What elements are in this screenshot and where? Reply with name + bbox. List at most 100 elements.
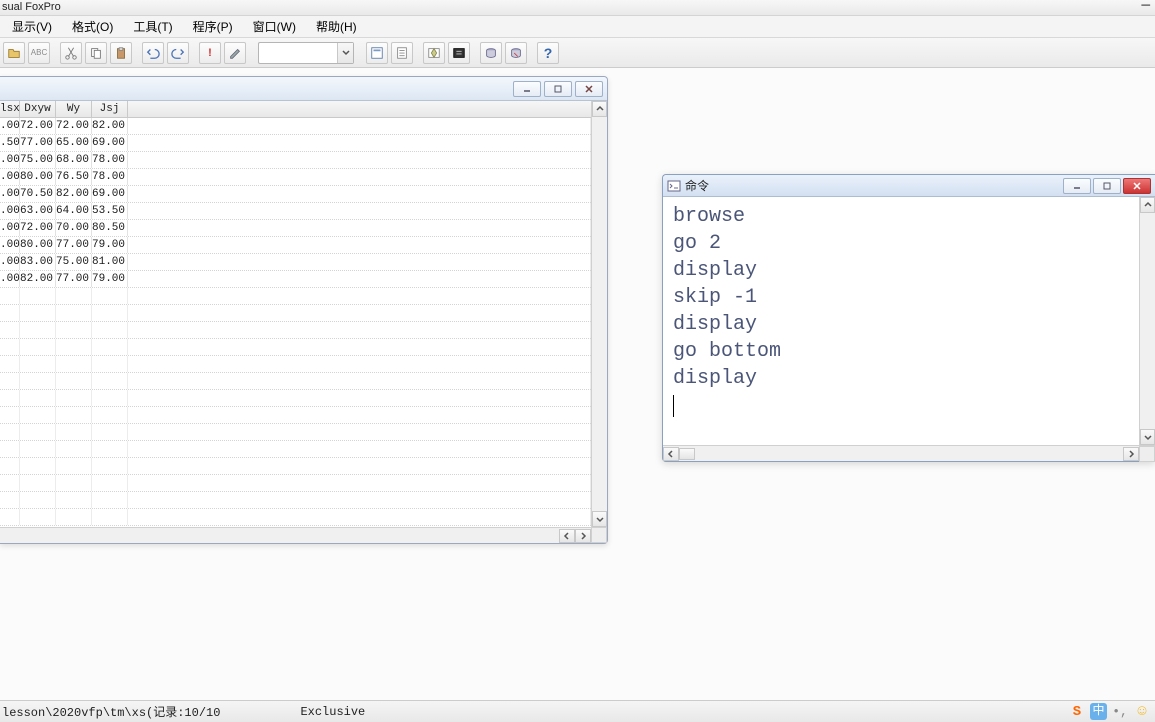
table-cell[interactable]: 77.00 <box>20 135 56 151</box>
cut-button[interactable] <box>60 42 82 64</box>
table-cell[interactable]: 82.00 <box>56 186 92 202</box>
table-row[interactable]: .0075.0068.0078.00 <box>0 152 591 169</box>
menu-item[interactable]: 窗口(W) <box>243 16 306 37</box>
db-button-1[interactable] <box>480 42 502 64</box>
column-header[interactable]: Dxyw <box>20 101 56 117</box>
table-cell[interactable]: .00 <box>0 271 20 287</box>
table-row[interactable]: .0080.0076.5078.00 <box>0 169 591 186</box>
table-cell[interactable]: 82.00 <box>92 118 128 134</box>
paste-button[interactable] <box>110 42 132 64</box>
database-combo[interactable] <box>258 42 354 64</box>
column-header[interactable]: Wy <box>56 101 92 117</box>
browse-window-titlebar[interactable] <box>0 77 607 101</box>
table-cell[interactable]: 75.00 <box>56 254 92 270</box>
undo-button[interactable] <box>142 42 164 64</box>
table-cell[interactable]: 72.00 <box>56 118 92 134</box>
table-cell[interactable]: .00 <box>0 254 20 270</box>
table-cell[interactable]: 77.00 <box>56 271 92 287</box>
command-window-titlebar[interactable]: 命令 <box>663 175 1155 197</box>
menu-item[interactable]: 帮助(H) <box>306 16 367 37</box>
table-row[interactable]: .5077.0065.0069.00 <box>0 135 591 152</box>
table-cell[interactable]: 65.00 <box>56 135 92 151</box>
table-cell[interactable]: 63.00 <box>20 203 56 219</box>
table-cell[interactable]: 78.00 <box>92 152 128 168</box>
table-cell[interactable]: 72.00 <box>20 220 56 236</box>
table-cell[interactable]: 70.50 <box>20 186 56 202</box>
table-cell[interactable]: 77.00 <box>56 237 92 253</box>
table-cell[interactable]: 82.00 <box>20 271 56 287</box>
open-button[interactable] <box>3 42 25 64</box>
minimize-dash[interactable]: − <box>1140 0 1155 15</box>
table-cell[interactable]: 69.00 <box>92 186 128 202</box>
close-button[interactable] <box>1123 178 1151 194</box>
table-row[interactable]: .0072.0070.0080.50 <box>0 220 591 237</box>
scroll-up-icon[interactable] <box>1140 197 1155 213</box>
table-cell[interactable]: .00 <box>0 203 20 219</box>
table-cell[interactable]: .00 <box>0 169 20 185</box>
ime-mode-icon[interactable]: 中 <box>1090 703 1107 720</box>
menu-item[interactable]: 格式(O) <box>62 16 123 37</box>
table-cell[interactable]: 83.00 <box>20 254 56 270</box>
table-cell[interactable]: .00 <box>0 237 20 253</box>
db-button-2[interactable] <box>505 42 527 64</box>
table-cell[interactable]: 78.00 <box>92 169 128 185</box>
scroll-right-icon[interactable] <box>1123 447 1139 461</box>
browse-grid[interactable]: lsxDxywWyJsj .0072.0072.0082.00.5077.006… <box>0 101 591 527</box>
form-wizard-button[interactable] <box>366 42 388 64</box>
run-button[interactable]: ! <box>199 42 221 64</box>
menu-item[interactable]: 工具(T) <box>123 16 182 37</box>
modify-button[interactable] <box>224 42 246 64</box>
table-row[interactable]: .0063.0064.0053.50 <box>0 203 591 220</box>
command-input[interactable]: browse go 2 display skip -1 display go b… <box>663 197 1139 445</box>
redo-button[interactable] <box>167 42 189 64</box>
scroll-right-icon[interactable] <box>575 529 591 543</box>
autoform-button[interactable] <box>423 42 445 64</box>
table-cell[interactable]: 53.50 <box>92 203 128 219</box>
resize-grip-icon[interactable] <box>591 527 607 543</box>
scroll-down-icon[interactable] <box>1140 429 1155 445</box>
report-wizard-button[interactable] <box>391 42 413 64</box>
table-cell[interactable]: 80.00 <box>20 237 56 253</box>
autoreport-button[interactable] <box>448 42 470 64</box>
table-cell[interactable]: 76.50 <box>56 169 92 185</box>
table-row[interactable]: .0080.0077.0079.00 <box>0 237 591 254</box>
table-cell[interactable]: 70.00 <box>56 220 92 236</box>
browse-horizontal-scrollbar[interactable] <box>0 527 591 543</box>
table-cell[interactable]: 81.00 <box>92 254 128 270</box>
ime-punct-icon[interactable]: •, <box>1111 703 1129 721</box>
close-button[interactable] <box>575 81 603 97</box>
table-cell[interactable]: 79.00 <box>92 271 128 287</box>
table-cell[interactable]: .00 <box>0 118 20 134</box>
table-cell[interactable]: 79.00 <box>92 237 128 253</box>
maximize-button[interactable] <box>544 81 572 97</box>
minimize-button[interactable] <box>513 81 541 97</box>
table-row[interactable]: .0082.0077.0079.00 <box>0 271 591 288</box>
ime-emoji-icon[interactable]: ☺ <box>1133 703 1151 721</box>
scroll-down-icon[interactable] <box>592 511 607 527</box>
scrollbar-thumb[interactable] <box>679 448 695 460</box>
ime-brand-icon[interactable]: S <box>1068 703 1086 721</box>
scroll-left-icon[interactable] <box>663 447 679 461</box>
table-cell[interactable]: .00 <box>0 186 20 202</box>
command-vertical-scrollbar[interactable] <box>1139 197 1155 445</box>
column-header[interactable]: Jsj <box>92 101 128 117</box>
maximize-button[interactable] <box>1093 178 1121 194</box>
table-row[interactable]: .0072.0072.0082.00 <box>0 118 591 135</box>
table-cell[interactable]: 64.00 <box>56 203 92 219</box>
minimize-button[interactable] <box>1063 178 1091 194</box>
scroll-left-icon[interactable] <box>559 529 575 543</box>
table-cell[interactable]: 75.00 <box>20 152 56 168</box>
table-cell[interactable]: .50 <box>0 135 20 151</box>
column-header[interactable]: lsx <box>0 101 20 117</box>
table-cell[interactable]: 69.00 <box>92 135 128 151</box>
help-button[interactable]: ? <box>537 42 559 64</box>
table-cell[interactable]: .00 <box>0 220 20 236</box>
table-cell[interactable]: 68.00 <box>56 152 92 168</box>
table-cell[interactable]: .00 <box>0 152 20 168</box>
copy-button[interactable] <box>85 42 107 64</box>
table-cell[interactable]: 80.00 <box>20 169 56 185</box>
table-row[interactable]: .0070.5082.0069.00 <box>0 186 591 203</box>
menu-item[interactable]: 显示(V) <box>2 16 62 37</box>
scroll-up-icon[interactable] <box>592 101 607 117</box>
browse-vertical-scrollbar[interactable] <box>591 101 607 527</box>
